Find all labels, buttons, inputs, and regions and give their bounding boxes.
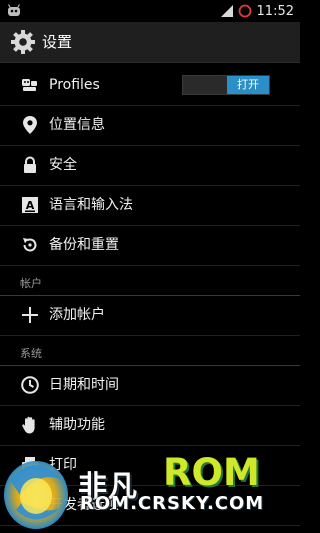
settings-item-label: 安全 (49, 157, 77, 173)
settings-item-label: Profiles (49, 77, 100, 93)
settings-gear-icon (11, 30, 35, 54)
plus-icon (22, 307, 38, 323)
svg-text:A: A (26, 199, 35, 212)
settings-item-add-account[interactable]: 添加帐户 (0, 295, 300, 336)
settings-item-location[interactable]: 位置信息 (0, 105, 300, 146)
section-header-system: 系统 (0, 339, 300, 366)
settings-item-label: 辅助功能 (49, 417, 105, 433)
developer-icon (20, 499, 40, 511)
toggle-on-label: 打开 (227, 76, 269, 94)
status-bar: 11:52 (0, 0, 300, 22)
battery-icon (238, 4, 251, 18)
settings-item-label: 位置信息 (49, 117, 105, 133)
settings-item-label: 语言和输入法 (49, 197, 133, 213)
action-bar: 设置 (0, 22, 300, 63)
print-icon (22, 457, 38, 474)
settings-item-security[interactable]: 安全 (0, 145, 300, 186)
settings-item-backup[interactable]: 备份和重置 (0, 225, 300, 266)
keyboard-a-icon: A (22, 197, 38, 213)
settings-item-label: 备份和重置 (49, 237, 119, 253)
section-title: 系统 (20, 347, 42, 360)
settings-item-profiles[interactable]: Profiles 打开 (0, 65, 300, 106)
page-title: 设置 (42, 33, 73, 51)
watermark-url-text: ROM.CRSKY.COM (80, 493, 265, 514)
profiles-toggle[interactable]: 打开 (182, 75, 270, 95)
location-pin-icon (23, 116, 37, 134)
watermark-rom-text: ROM (163, 451, 260, 494)
settings-item-label: 日期和时间 (49, 377, 119, 393)
settings-item-language[interactable]: A 语言和输入法 (0, 185, 300, 226)
settings-item-accessibility[interactable]: 辅助功能 (0, 405, 300, 446)
section-title: 帐户 (20, 277, 42, 290)
android-robot-icon (7, 4, 21, 16)
settings-item-label: 添加帐户 (49, 307, 105, 323)
lock-icon (24, 156, 36, 173)
section-header-accounts: 帐户 (0, 269, 300, 296)
hand-icon (22, 416, 35, 434)
signal-icon (220, 5, 233, 17)
settings-item-date-time[interactable]: 日期和时间 (0, 365, 300, 406)
profiles-icon (22, 79, 37, 91)
clock-time: 11:52 (256, 3, 294, 19)
settings-item-label: 打印 (49, 457, 77, 473)
backup-restore-icon (23, 238, 37, 252)
clock-icon (21, 376, 39, 394)
